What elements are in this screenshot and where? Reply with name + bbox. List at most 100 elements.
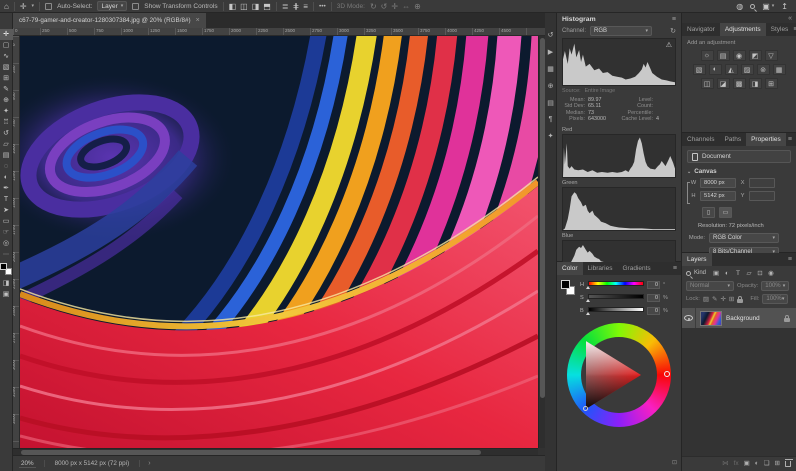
zoom-level-field[interactable]: 20% bbox=[19, 460, 36, 468]
s-slider[interactable] bbox=[588, 294, 644, 299]
share-icon[interactable]: ↥ bbox=[781, 2, 788, 11]
lasso-tool-icon[interactable]: ∿ bbox=[0, 51, 13, 62]
tab-channels[interactable]: Channels bbox=[682, 133, 719, 146]
height-field[interactable]: 5142 px bbox=[700, 191, 736, 201]
layer-thumbnail[interactable] bbox=[700, 311, 722, 326]
new-adjustment-icon[interactable]: ◐ bbox=[755, 460, 759, 467]
brightness-contrast-icon[interactable]: ☼ bbox=[701, 50, 714, 61]
threshold-icon[interactable]: ▩ bbox=[733, 78, 746, 89]
link-layers-icon[interactable]: ⋈ bbox=[722, 459, 729, 467]
black-white-icon[interactable]: ◭ bbox=[725, 64, 738, 75]
lock-artboard-icon[interactable]: ⊞ bbox=[729, 295, 734, 303]
panel-resize-grip[interactable]: ⊡ bbox=[672, 459, 677, 466]
history-brush-tool-icon[interactable]: ↺ bbox=[0, 128, 13, 139]
layer-visibility-cell[interactable] bbox=[682, 308, 696, 328]
filter-toggle-icon[interactable]: ◉ bbox=[766, 269, 776, 277]
selective-color-icon[interactable]: ⊞ bbox=[765, 78, 778, 89]
properties-menu-icon[interactable]: ≡ bbox=[788, 136, 796, 143]
toolbar-more-icon[interactable]: ⋯ bbox=[3, 251, 9, 258]
blur-tool-icon[interactable]: ◌ bbox=[0, 161, 13, 172]
account-icon[interactable]: ◍ bbox=[736, 2, 743, 11]
align-center-h-icon[interactable]: ◫ bbox=[240, 2, 248, 11]
layer-name[interactable]: Background bbox=[726, 315, 780, 322]
y-field[interactable] bbox=[749, 191, 775, 201]
search-icon[interactable] bbox=[750, 4, 755, 9]
filter-shape-icon[interactable]: ▱ bbox=[744, 269, 754, 277]
canvas-section-header[interactable]: ⌄ Canvas bbox=[682, 165, 796, 177]
filter-smart-icon[interactable]: ⊡ bbox=[755, 269, 765, 277]
lock-transparent-icon[interactable]: ▨ bbox=[703, 295, 709, 303]
info-panel-icon[interactable]: ▦ bbox=[547, 65, 554, 73]
brush-tool-icon[interactable]: ✦ bbox=[0, 106, 13, 117]
path-selection-tool-icon[interactable]: ➤ bbox=[0, 205, 13, 216]
color-selector[interactable] bbox=[583, 406, 588, 411]
dodge-tool-icon[interactable]: ◐ bbox=[0, 172, 13, 183]
color-menu-icon[interactable]: ≡ bbox=[673, 265, 681, 272]
new-layer-icon[interactable]: ⊞ bbox=[775, 459, 780, 467]
tab-adjustments[interactable]: Adjustments bbox=[720, 23, 766, 36]
filter-adjustment-icon[interactable]: ◐ bbox=[722, 270, 732, 277]
shape-tool-icon[interactable]: ▭ bbox=[0, 216, 13, 227]
slider-thumb[interactable] bbox=[586, 312, 590, 315]
tab-styles[interactable]: Styles bbox=[766, 23, 794, 36]
pen-tool-icon[interactable]: ✒ bbox=[0, 183, 13, 194]
posterize-icon[interactable]: ◪ bbox=[717, 78, 730, 89]
filter-pixel-icon[interactable]: ▣ bbox=[711, 269, 721, 277]
gradient-tool-icon[interactable]: ▤ bbox=[0, 150, 13, 161]
workspace-icon[interactable]: ▣ bbox=[762, 2, 770, 11]
foreground-color-swatch[interactable] bbox=[561, 280, 570, 289]
s-value-field[interactable]: 0 bbox=[647, 294, 660, 302]
layer-locked-icon[interactable] bbox=[784, 318, 790, 322]
type-tool-icon[interactable]: T bbox=[0, 194, 13, 205]
portrait-orientation-button[interactable]: ▯ bbox=[702, 207, 715, 218]
h-slider[interactable] bbox=[588, 281, 644, 286]
layer-mask-icon[interactable]: ▣ bbox=[744, 459, 750, 467]
color-balance-icon[interactable]: ◐ bbox=[709, 64, 722, 75]
lock-all-icon[interactable] bbox=[737, 299, 743, 303]
eraser-tool-icon[interactable]: ▱ bbox=[0, 139, 13, 150]
align-left-icon[interactable]: ◧ bbox=[229, 2, 237, 11]
uncached-refresh-icon[interactable]: ↻ bbox=[670, 27, 676, 35]
hue-selector[interactable] bbox=[664, 371, 670, 377]
blend-mode-dropdown[interactable]: Normal▾ bbox=[686, 281, 734, 291]
align-top-icon[interactable]: ⬒ bbox=[263, 2, 271, 11]
delete-layer-icon[interactable] bbox=[785, 461, 791, 467]
healing-brush-tool-icon[interactable]: ⊕ bbox=[0, 95, 13, 106]
close-tab-icon[interactable]: × bbox=[196, 17, 200, 24]
photo-filter-icon[interactable]: ▨ bbox=[741, 64, 754, 75]
horizontal-scrollbar[interactable] bbox=[13, 448, 538, 455]
slider-thumb[interactable] bbox=[586, 299, 590, 302]
foreground-background-swatches[interactable] bbox=[0, 263, 12, 275]
curves-icon[interactable]: ◉ bbox=[733, 50, 746, 61]
quick-mask-icon[interactable]: ◨ bbox=[0, 278, 13, 289]
color-lookup-icon[interactable]: ▦ bbox=[773, 64, 786, 75]
x-field[interactable] bbox=[749, 178, 775, 188]
fill-field[interactable]: 100%▾ bbox=[762, 294, 788, 304]
layer-row-background[interactable]: Background bbox=[682, 308, 796, 328]
history-panel-icon[interactable]: ↺ bbox=[548, 31, 554, 39]
tab-color[interactable]: Color bbox=[557, 262, 583, 275]
exposure-icon[interactable]: ◩ bbox=[749, 50, 762, 61]
distribute-horizontal-icon[interactable]: ⋕ bbox=[293, 2, 300, 11]
new-group-icon[interactable]: ❏ bbox=[764, 459, 770, 467]
show-transform-checkbox[interactable] bbox=[132, 3, 139, 10]
distribute-spacing-icon[interactable]: ≡ bbox=[303, 2, 308, 11]
home-icon[interactable]: ⌂ bbox=[4, 2, 9, 11]
tab-libraries[interactable]: Libraries bbox=[583, 262, 618, 275]
foreground-color-swatch[interactable] bbox=[0, 263, 7, 270]
layer-style-icon[interactable]: fx bbox=[734, 460, 739, 467]
document-tab[interactable]: c67-79-gamer-and-creator-1280307384.jpg … bbox=[13, 13, 206, 28]
canvas[interactable] bbox=[20, 36, 538, 448]
b-slider[interactable] bbox=[588, 307, 644, 312]
tool-preset-caret-icon[interactable]: ▾ bbox=[32, 3, 35, 9]
landscape-orientation-button[interactable]: ▭ bbox=[719, 207, 732, 218]
eyedropper-tool-icon[interactable]: ✎ bbox=[0, 84, 13, 95]
move-tool-preset-icon[interactable]: ✛ bbox=[20, 2, 27, 11]
document-properties-row[interactable]: Document bbox=[687, 150, 791, 163]
distribute-vertical-icon[interactable]: ≣ bbox=[282, 2, 289, 11]
channel-dropdown[interactable]: RGB▾ bbox=[590, 26, 652, 36]
crop-tool-icon[interactable]: ⊞ bbox=[0, 73, 13, 84]
hand-tool-icon[interactable]: ☞ bbox=[0, 227, 13, 238]
slider-thumb[interactable] bbox=[586, 286, 590, 289]
gradient-map-icon[interactable]: ◨ bbox=[749, 78, 762, 89]
